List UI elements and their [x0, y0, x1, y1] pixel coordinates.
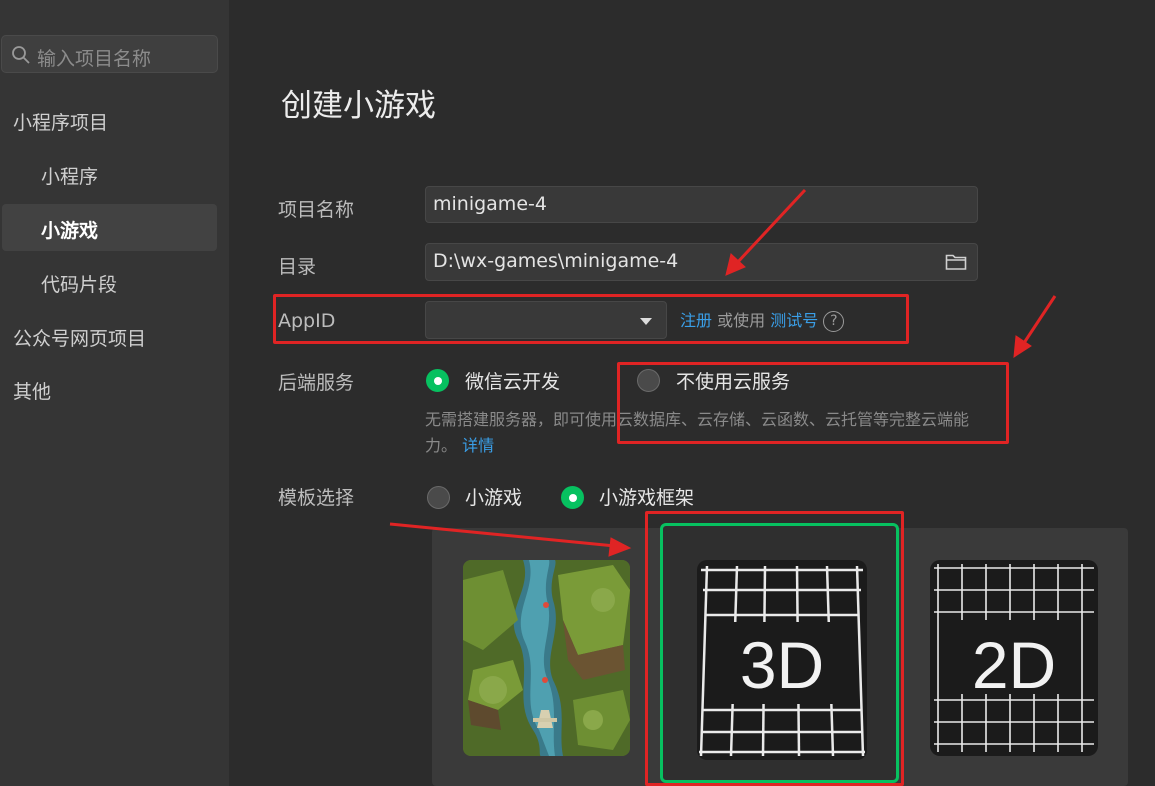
annotation-box-no-cloud [617, 362, 1009, 444]
annotation-box-appid [273, 294, 909, 344]
backend-description-line2: 力。 详情 [425, 432, 494, 456]
backend-label: 后端服务 [278, 372, 355, 394]
backend-description-end: 力。 [425, 436, 458, 455]
directory-label: 目录 [278, 256, 317, 278]
project-name-label: 项目名称 [278, 199, 355, 221]
radio-template-framework[interactable] [561, 486, 584, 509]
sidebar: 输入项目名称 小程序项目 小程序 小游戏 代码片段 公众号网页项目 其他 [0, 0, 229, 786]
search-placeholder: 输入项目名称 [37, 48, 152, 70]
sidebar-group-official-account-web[interactable]: 公众号网页项目 [13, 324, 146, 351]
directory-value: D:\wx-games\minigame-4 [433, 250, 679, 272]
details-link[interactable]: 详情 [462, 436, 494, 455]
radio-wechat-cloud[interactable] [426, 369, 449, 392]
sidebar-group-other[interactable]: 其他 [13, 377, 51, 404]
directory-input[interactable]: D:\wx-games\minigame-4 [425, 243, 978, 281]
radio-template-minigame[interactable] [427, 486, 450, 509]
template-card-2d[interactable]: 2D [930, 560, 1098, 756]
2d-template-icon: 2D [930, 560, 1098, 756]
search-icon [12, 46, 30, 64]
sidebar-item-code-snippets[interactable]: 代码片段 [41, 270, 117, 297]
sidebar-group-miniprogram-projects[interactable]: 小程序项目 [13, 108, 108, 135]
wechat-cloud-label[interactable]: 微信云开发 [465, 367, 560, 394]
template-card-game-preview[interactable] [463, 560, 630, 756]
search-box[interactable]: 输入项目名称 [1, 35, 218, 73]
game-preview-image [463, 560, 630, 756]
2d-label: 2D [972, 628, 1056, 702]
folder-icon[interactable] [945, 253, 967, 271]
sidebar-item-minigame[interactable]: 小游戏 [41, 216, 98, 243]
page-title: 创建小游戏 [281, 88, 436, 124]
template-framework-label[interactable]: 小游戏框架 [599, 483, 694, 510]
project-name-input[interactable]: minigame-4 [425, 186, 978, 223]
project-name-value: minigame-4 [433, 193, 547, 215]
template-label: 模板选择 [278, 487, 355, 509]
template-minigame-label[interactable]: 小游戏 [465, 483, 522, 510]
sidebar-item-miniprogram[interactable]: 小程序 [41, 162, 98, 189]
annotation-box-3d-template [645, 511, 904, 786]
active-item-highlight [2, 204, 217, 251]
